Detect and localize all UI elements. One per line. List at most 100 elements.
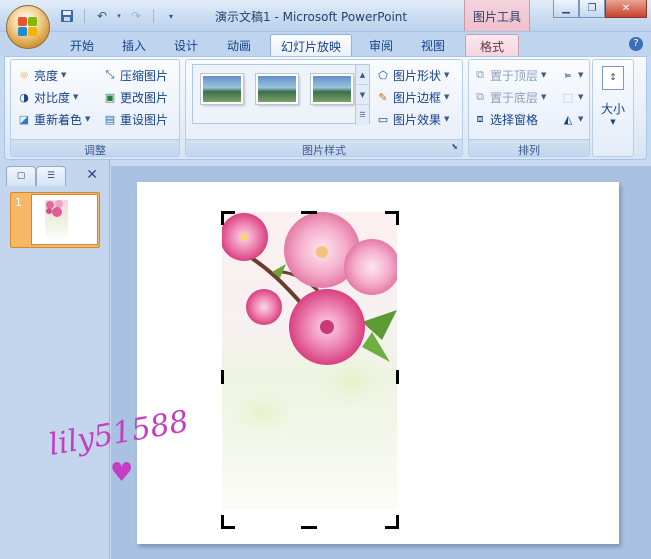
close-button[interactable]: ✕ <box>605 0 647 18</box>
picture-effects-button[interactable]: ▭ 图片效果 ▼ <box>376 110 450 128</box>
picture-styles-gallery: ▲ ▼ ☰ <box>192 64 370 125</box>
brightness-button[interactable]: ☼ 亮度 ▼ <box>17 66 66 84</box>
dialog-launcher-icon[interactable]: ⬊ <box>451 142 458 151</box>
slide-thumbnail[interactable] <box>31 194 98 245</box>
customize-icon[interactable]: ▾ <box>162 8 180 24</box>
slide-canvas[interactable] <box>137 182 619 544</box>
size-label: 大小 <box>600 102 625 116</box>
recolor-label: 重新着色 <box>34 112 83 127</box>
align-icon: ⫢ <box>564 68 572 81</box>
size-button[interactable]: ↕ 大小 ▼ <box>592 59 634 157</box>
crop-handle[interactable] <box>301 526 317 529</box>
picture-styles-label: 图片样式 <box>302 144 346 157</box>
contrast-label: 对比度 <box>34 90 71 105</box>
close-icon[interactable]: ✕ <box>86 167 98 183</box>
border-pen-icon: ✎ <box>378 90 388 104</box>
shape-icon: ⬠ <box>378 68 388 82</box>
reset-picture-icon: ▤ <box>104 112 116 126</box>
slide-thumbnail-image <box>45 200 68 240</box>
office-logo-icon <box>18 17 38 37</box>
flower-picture[interactable] <box>222 212 397 510</box>
crop-handle[interactable] <box>221 515 224 529</box>
bring-to-front-button[interactable]: ⧉ 置于顶层 ▼ <box>473 66 546 84</box>
tab-design[interactable]: 设计 <box>166 34 206 56</box>
send-back-icon: ⧉ <box>476 90 484 103</box>
group-objects-button[interactable]: ⬚ ▼ <box>561 88 584 106</box>
outline-tab-icon[interactable]: ☰ <box>36 166 66 186</box>
brightness-label: 亮度 <box>34 68 59 83</box>
gallery-down-icon[interactable]: ▼ <box>356 85 369 105</box>
chevron-down-icon: ▼ <box>85 115 91 123</box>
crop-handle[interactable] <box>221 211 224 225</box>
tab-view[interactable]: 视图 <box>413 34 453 56</box>
slides-tab-icon[interactable]: ▢ <box>6 166 36 186</box>
crop-handle[interactable] <box>301 211 317 214</box>
reset-picture-label: 重设图片 <box>120 112 169 127</box>
style-thumbnail[interactable] <box>311 74 353 104</box>
tab-home[interactable]: 开始 <box>62 34 102 56</box>
reset-picture-button[interactable]: ▤ 重设图片 <box>103 110 168 128</box>
crop-handle[interactable] <box>221 370 224 384</box>
bring-front-icon: ⧉ <box>476 68 484 81</box>
save-icon[interactable] <box>58 8 76 24</box>
slide-number: 1 <box>15 196 22 209</box>
tab-format[interactable]: 格式 <box>465 34 519 56</box>
size-icon: ↕ <box>602 66 624 90</box>
change-picture-label: 更改图片 <box>120 90 169 105</box>
change-picture-icon: ▣ <box>104 90 116 104</box>
compress-label: 压缩图片 <box>120 68 169 83</box>
undo-icon[interactable]: ↶ <box>93 8 111 24</box>
context-tab-label: 图片工具 <box>473 10 522 24</box>
ribbon: ☼ 亮度 ▼ ◑ 对比度 ▼ ◪ 重新着色 ▼ ⤡ 压缩图片 ▣ 更改图片 ▤ … <box>4 56 647 160</box>
rotate-button[interactable]: ◭ ▼ <box>561 110 584 128</box>
minimize-button[interactable]: ▁ <box>553 0 579 18</box>
picture-effects-label: 图片效果 <box>393 112 442 127</box>
toolbar-separator <box>153 9 154 23</box>
recolor-button[interactable]: ◪ 重新着色 ▼ <box>17 110 91 128</box>
group-icon: ⬚ <box>562 90 574 104</box>
compress-pictures-button[interactable]: ⤡ 压缩图片 <box>103 66 168 84</box>
tab-review[interactable]: 审阅 <box>361 34 401 56</box>
tab-slide-show[interactable]: 幻灯片放映 <box>270 34 352 56</box>
quick-access-toolbar: ↶ ▾ ↷ ▾ <box>58 7 180 25</box>
restore-button[interactable]: ❐ <box>579 0 605 18</box>
crop-handle[interactable] <box>396 515 399 529</box>
help-icon[interactable]: ? <box>629 37 643 51</box>
gallery-up-icon[interactable]: ▲ <box>356 65 369 85</box>
undo-dropdown-icon[interactable]: ▾ <box>115 8 123 24</box>
tab-animations[interactable]: 动画 <box>218 34 260 56</box>
send-back-label: 置于底层 <box>490 90 539 105</box>
group-picture-styles: ▲ ▼ ☰ ⬠ 图片形状 ▼ ✎ 图片边框 ▼ ▭ 图片效果 ▼ 图片样式 ⬊ <box>185 59 463 157</box>
chevron-down-icon: ▼ <box>73 93 79 101</box>
contrast-button[interactable]: ◑ 对比度 ▼ <box>17 88 78 106</box>
window-title: 演示文稿1 - Microsoft PowerPoint <box>215 10 408 24</box>
chevron-down-icon: ▼ <box>444 71 450 79</box>
tab-insert[interactable]: 插入 <box>114 34 154 56</box>
contrast-icon: ◑ <box>19 90 29 104</box>
gallery-scroll: ▲ ▼ ☰ <box>355 65 369 125</box>
crop-handle[interactable] <box>396 370 399 384</box>
ribbon-tabs: 开始 插入 设计 动画 幻灯片放映 审阅 视图 格式 ? <box>0 32 651 56</box>
selection-pane-button[interactable]: ⧈ 选择窗格 <box>473 110 539 128</box>
crop-handle[interactable] <box>396 211 399 225</box>
group-label-picture-styles: 图片样式 ⬊ <box>186 139 462 157</box>
send-to-back-button[interactable]: ⧉ 置于底层 ▼ <box>473 88 546 106</box>
picture-border-button[interactable]: ✎ 图片边框 ▼ <box>376 88 449 106</box>
heart-icon: ♥ <box>110 458 134 488</box>
chevron-down-icon: ▼ <box>610 118 616 126</box>
chevron-down-icon: ▼ <box>541 93 547 101</box>
redo-icon[interactable]: ↷ <box>127 8 145 24</box>
slide-editor <box>111 160 651 559</box>
align-button[interactable]: ⫢ ▼ <box>561 66 584 84</box>
picture-border-label: 图片边框 <box>393 90 442 105</box>
toolbar-separator <box>84 9 85 23</box>
change-picture-button[interactable]: ▣ 更改图片 <box>103 88 168 106</box>
editor-top-edge <box>111 160 651 166</box>
context-tab-picture-tools: 图片工具 <box>464 0 530 31</box>
picture-shape-button[interactable]: ⬠ 图片形状 ▼ <box>376 66 449 84</box>
chevron-down-icon: ▼ <box>444 93 450 101</box>
gallery-more-icon[interactable]: ☰ <box>356 105 369 125</box>
office-button[interactable] <box>6 5 50 49</box>
style-thumbnail[interactable] <box>201 74 243 104</box>
style-thumbnail[interactable] <box>256 74 298 104</box>
